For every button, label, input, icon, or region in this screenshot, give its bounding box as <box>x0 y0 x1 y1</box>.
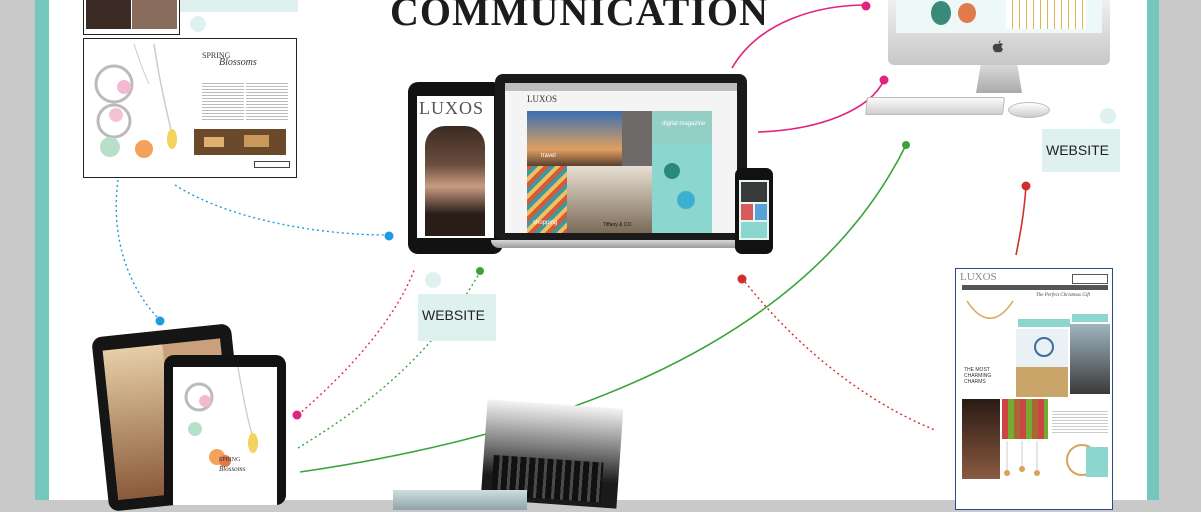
tablet-heading-2: Blossoms <box>219 465 246 473</box>
monitor-stand <box>976 65 1022 93</box>
apple-logo-icon <box>991 40 1005 54</box>
tile-jewelry <box>652 143 712 233</box>
tile-digital-magazine[interactable]: digital magazine <box>652 111 712 143</box>
webpage-ring <box>1016 329 1068 367</box>
tag-dot-topleft <box>190 16 206 32</box>
laptop-logo: LUXOS <box>527 94 558 104</box>
tile-shopping[interactable]: shopping <box>527 166 567 233</box>
page-title: COMMUNICATION <box>390 0 769 34</box>
tag-dot-right <box>1100 108 1116 124</box>
ipad-device[interactable]: LUXOS <box>408 82 503 254</box>
iphone-screen <box>739 180 769 240</box>
spread-heading-2: Blossoms <box>219 57 257 68</box>
ipad-model-photo <box>425 126 485 236</box>
webpage-banner <box>1018 319 1070 327</box>
webpage-model <box>962 399 1000 479</box>
webpage-banner-right <box>1072 314 1108 322</box>
webpage-headline: The Perfect Christmas Gift <box>1036 293 1091 298</box>
spread-photo <box>194 129 286 155</box>
webpage-bracelets <box>1002 399 1048 439</box>
tablet-front-screen: SPRING Blossoms <box>173 367 277 505</box>
link-print-to-tablet <box>115 179 161 321</box>
webpage-screenshot[interactable]: LUXOS The Perfect Christmas Gift THE MOS… <box>955 268 1113 510</box>
website-tag-center-label: WEBSITE <box>422 307 486 323</box>
webpage-couple <box>1070 324 1110 394</box>
ipad-logo: LUXOS <box>419 98 485 118</box>
tile-portrait <box>622 111 652 166</box>
laptop-base <box>491 240 757 248</box>
spread-bar <box>254 161 290 168</box>
ipad-screen: LUXOS <box>417 96 494 238</box>
webpage-nav <box>962 285 1108 290</box>
link-tablet-magenta <box>297 267 416 416</box>
website-tag-right[interactable]: WEBSITE <box>1042 129 1120 172</box>
keyboard[interactable] <box>865 97 1005 115</box>
spread-text-col1 <box>202 81 244 121</box>
webpage-block <box>1086 447 1108 477</box>
laptop-device[interactable]: LUXOS travel digital magazine shopping T… <box>491 72 757 252</box>
webpage-text <box>1052 409 1108 435</box>
webpage-logo: LUXOS <box>960 271 997 283</box>
jewelry-rings-image <box>94 43 177 158</box>
tablet-front[interactable]: SPRING Blossoms <box>164 355 286 505</box>
website-tag-right-label: WEBSITE <box>1046 142 1110 158</box>
tile-fashion: Tiffany & CO. <box>567 166 652 233</box>
tile-travel[interactable]: travel <box>527 111 622 166</box>
monitor-screen <box>896 0 1102 33</box>
link-webtag-to-webpage <box>1015 185 1027 256</box>
mouse[interactable] <box>1008 102 1050 118</box>
iphone-device[interactable] <box>735 168 773 254</box>
webpage-necklace <box>962 299 1018 329</box>
link-print-to-devices <box>174 184 389 236</box>
webpage-search[interactable] <box>1072 274 1108 284</box>
website-tag-center[interactable]: WEBSITE <box>418 294 496 341</box>
laptop-screen: LUXOS travel digital magazine shopping T… <box>505 83 737 233</box>
webpage-pendants <box>1002 441 1062 481</box>
link-devices-to-webpage <box>741 277 936 431</box>
tag-dot-center <box>425 272 441 288</box>
magazine-thumbnail[interactable] <box>83 0 180 35</box>
print-spread[interactable]: SPRING Blossoms <box>83 38 297 178</box>
event-photo-2[interactable] <box>393 490 527 510</box>
webpage-section: THE MOST CHARMING CHARMS <box>964 367 992 385</box>
tag-shape-topleft <box>180 0 298 12</box>
spread-text-col2 <box>246 81 288 121</box>
browser-toolbar <box>505 83 737 91</box>
webpage-watch <box>1016 367 1068 397</box>
tablet-heading-1: SPRING <box>219 457 241 463</box>
center-devices-group: LUXOS LUXOS travel digital magazine shop… <box>405 72 775 262</box>
